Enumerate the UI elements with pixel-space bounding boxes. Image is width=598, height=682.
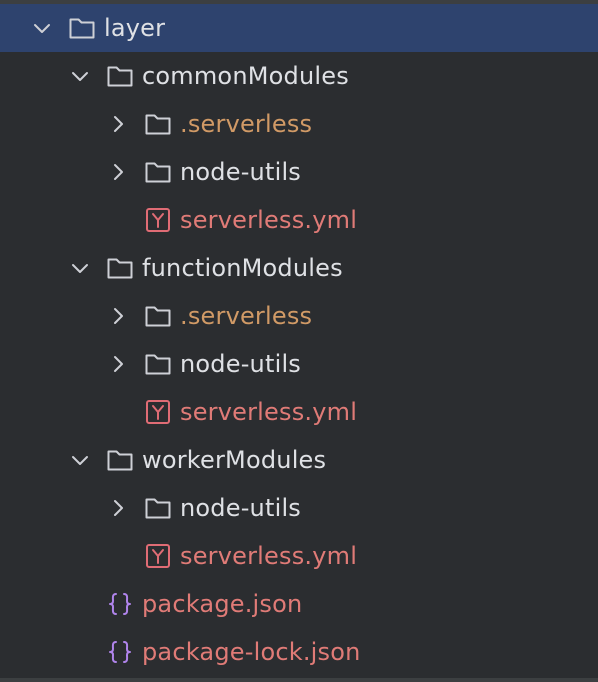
yaml-file-icon — [144, 206, 172, 234]
tree-item-label: functionModules — [142, 254, 343, 282]
chevron-right-icon[interactable] — [108, 498, 128, 518]
tree-folder-row[interactable]: commonModules — [0, 52, 598, 100]
panel-bottom-border — [0, 678, 598, 682]
chevron-right-icon[interactable] — [108, 162, 128, 182]
tree-folder-row[interactable]: node-utils — [0, 340, 598, 388]
folder-icon — [106, 62, 134, 90]
chevron-right-icon[interactable] — [108, 354, 128, 374]
tree-item-label: node-utils — [180, 158, 302, 186]
chevron-right-icon[interactable] — [108, 306, 128, 326]
folder-icon — [106, 254, 134, 282]
chevron-down-icon[interactable] — [70, 258, 90, 278]
yaml-file-icon — [144, 398, 172, 426]
folder-icon — [144, 110, 172, 138]
chevron-down-icon[interactable] — [70, 66, 90, 86]
json-file-icon — [106, 590, 134, 618]
tree-file-row[interactable]: serverless.yml — [0, 532, 598, 580]
json-file-icon — [106, 638, 134, 666]
tree-file-row[interactable]: package.json — [0, 580, 598, 628]
tree-item-label: serverless.yml — [180, 206, 358, 234]
folder-icon — [144, 302, 172, 330]
tree-folder-row[interactable]: node-utils — [0, 484, 598, 532]
folder-icon — [144, 350, 172, 378]
tree-item-label: layer — [104, 14, 166, 42]
tree-item-label: serverless.yml — [180, 542, 358, 570]
chevron-down-icon[interactable] — [32, 18, 52, 38]
tree-folder-row[interactable]: functionModules — [0, 244, 598, 292]
tree-folder-row[interactable]: node-utils — [0, 148, 598, 196]
tree-item-label: serverless.yml — [180, 398, 358, 426]
tree-item-label: workerModules — [142, 446, 327, 474]
folder-icon — [68, 14, 96, 42]
folder-icon — [144, 494, 172, 522]
tree-item-label: package.json — [142, 590, 303, 618]
tree-file-row[interactable]: serverless.yml — [0, 388, 598, 436]
tree-folder-row[interactable]: .serverless — [0, 100, 598, 148]
tree-item-label: node-utils — [180, 494, 302, 522]
chevron-down-icon[interactable] — [70, 450, 90, 470]
tree-item-label: node-utils — [180, 350, 302, 378]
tree-item-label: .serverless — [180, 302, 313, 330]
tree-folder-row[interactable]: .serverless — [0, 292, 598, 340]
yaml-file-icon — [144, 542, 172, 570]
tree-item-label: commonModules — [142, 62, 349, 90]
chevron-right-icon[interactable] — [108, 114, 128, 134]
tree-folder-row[interactable]: workerModules — [0, 436, 598, 484]
folder-icon — [106, 446, 134, 474]
project-tree: layer commonModules .serverless node-utils s… — [0, 0, 598, 682]
tree-item-label: package-lock.json — [142, 638, 361, 666]
tree-file-row[interactable]: package-lock.json — [0, 628, 598, 676]
tree-folder-row[interactable]: layer — [0, 4, 598, 52]
tree-item-label: .serverless — [180, 110, 313, 138]
folder-icon — [144, 158, 172, 186]
tree-file-row[interactable]: serverless.yml — [0, 196, 598, 244]
